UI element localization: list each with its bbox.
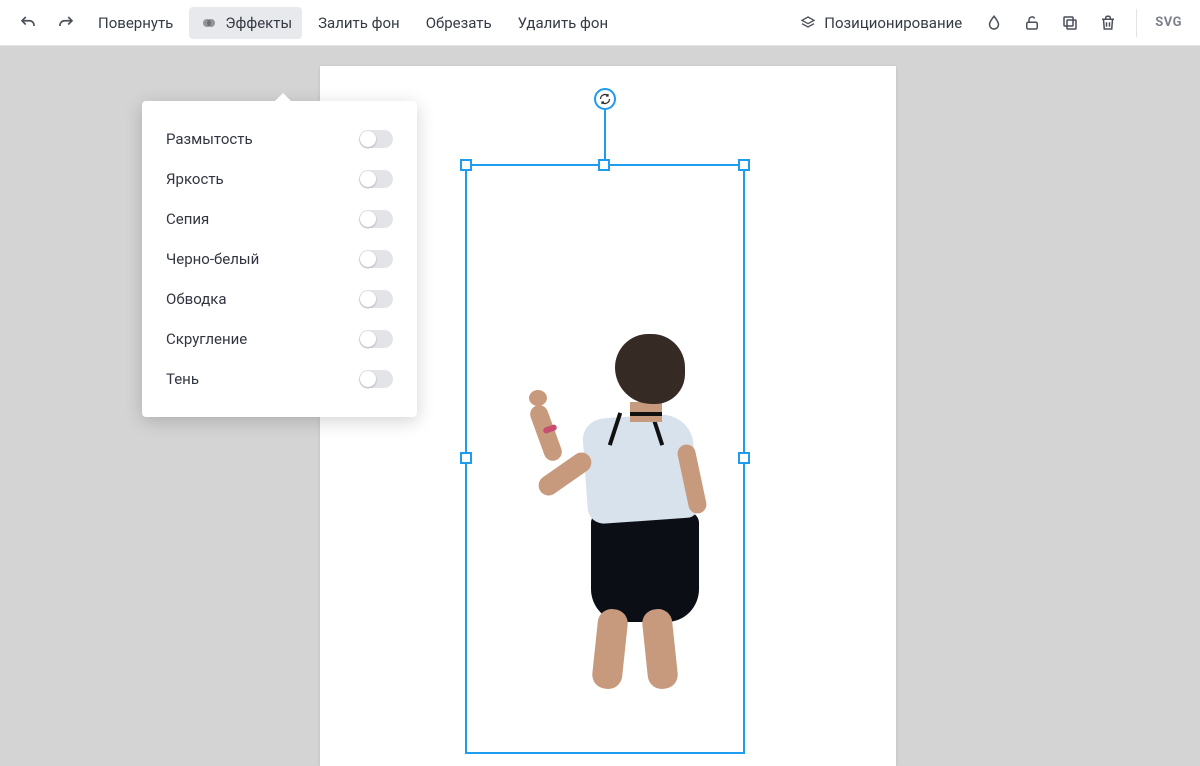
effects-dropdown: Размытость Яркость Сепия Черно-белый Обв… bbox=[142, 101, 417, 417]
effect-toggle-sepia[interactable] bbox=[359, 210, 393, 228]
effect-row-bw[interactable]: Черно-белый bbox=[142, 239, 417, 279]
resize-handle-tm[interactable] bbox=[598, 159, 610, 171]
duplicate-icon[interactable] bbox=[1054, 7, 1086, 39]
effect-row-shadow[interactable]: Тень bbox=[142, 359, 417, 399]
undo-icon[interactable] bbox=[12, 7, 44, 39]
effect-label: Обводка bbox=[166, 290, 227, 308]
resize-handle-tr[interactable] bbox=[738, 159, 750, 171]
effect-toggle-brightness[interactable] bbox=[359, 170, 393, 188]
svg-export-button[interactable]: SVG bbox=[1149, 15, 1188, 30]
effect-toggle-outline[interactable] bbox=[359, 290, 393, 308]
effect-label: Яркость bbox=[166, 170, 224, 188]
remove-bg-button[interactable]: Удалить фон bbox=[508, 8, 619, 38]
fill-bg-label: Залить фон bbox=[318, 14, 400, 32]
unlock-icon[interactable] bbox=[1016, 7, 1048, 39]
effects-icon bbox=[199, 13, 219, 33]
crop-label: Обрезать bbox=[426, 14, 492, 32]
effects-label: Эффекты bbox=[225, 14, 292, 32]
positioning-button[interactable]: Позиционирование bbox=[788, 7, 972, 39]
rotate-connector bbox=[604, 110, 606, 160]
rotate-label: Повернуть bbox=[98, 14, 173, 32]
rotate-handle[interactable] bbox=[594, 88, 616, 110]
layers-icon bbox=[798, 13, 818, 33]
redo-icon[interactable] bbox=[50, 7, 82, 39]
effect-row-blur[interactable]: Размытость bbox=[142, 119, 417, 159]
trash-icon[interactable] bbox=[1092, 7, 1124, 39]
fill-bg-button[interactable]: Залить фон bbox=[308, 8, 410, 38]
remove-bg-label: Удалить фон bbox=[518, 14, 609, 32]
opacity-icon[interactable] bbox=[978, 7, 1010, 39]
effect-row-outline[interactable]: Обводка bbox=[142, 279, 417, 319]
effects-button[interactable]: Эффекты bbox=[189, 7, 302, 39]
resize-handle-tl[interactable] bbox=[460, 159, 472, 171]
effect-toggle-bw[interactable] bbox=[359, 250, 393, 268]
effect-row-rounding[interactable]: Скругление bbox=[142, 319, 417, 359]
toolbar: Повернуть Эффекты Залить фон Обрезать Уд… bbox=[0, 0, 1200, 46]
effect-label: Сепия bbox=[166, 210, 209, 228]
effect-toggle-blur[interactable] bbox=[359, 130, 393, 148]
effect-toggle-shadow[interactable] bbox=[359, 370, 393, 388]
positioning-label: Позиционирование bbox=[824, 14, 962, 32]
effect-label: Скругление bbox=[166, 330, 247, 348]
effect-label: Тень bbox=[166, 370, 199, 388]
crop-button[interactable]: Обрезать bbox=[416, 8, 502, 38]
resize-handle-mr[interactable] bbox=[738, 452, 750, 464]
effect-label: Размытость bbox=[166, 130, 253, 148]
resize-handle-ml[interactable] bbox=[460, 452, 472, 464]
effect-toggle-rounding[interactable] bbox=[359, 330, 393, 348]
canvas-area[interactable]: Размытость Яркость Сепия Черно-белый Обв… bbox=[0, 46, 1200, 600]
effect-label: Черно-белый bbox=[166, 250, 259, 268]
selection-box[interactable] bbox=[465, 164, 745, 754]
rotate-button[interactable]: Повернуть bbox=[88, 8, 183, 38]
toolbar-divider bbox=[1136, 9, 1137, 37]
effect-row-brightness[interactable]: Яркость bbox=[142, 159, 417, 199]
effect-row-sepia[interactable]: Сепия bbox=[142, 199, 417, 239]
